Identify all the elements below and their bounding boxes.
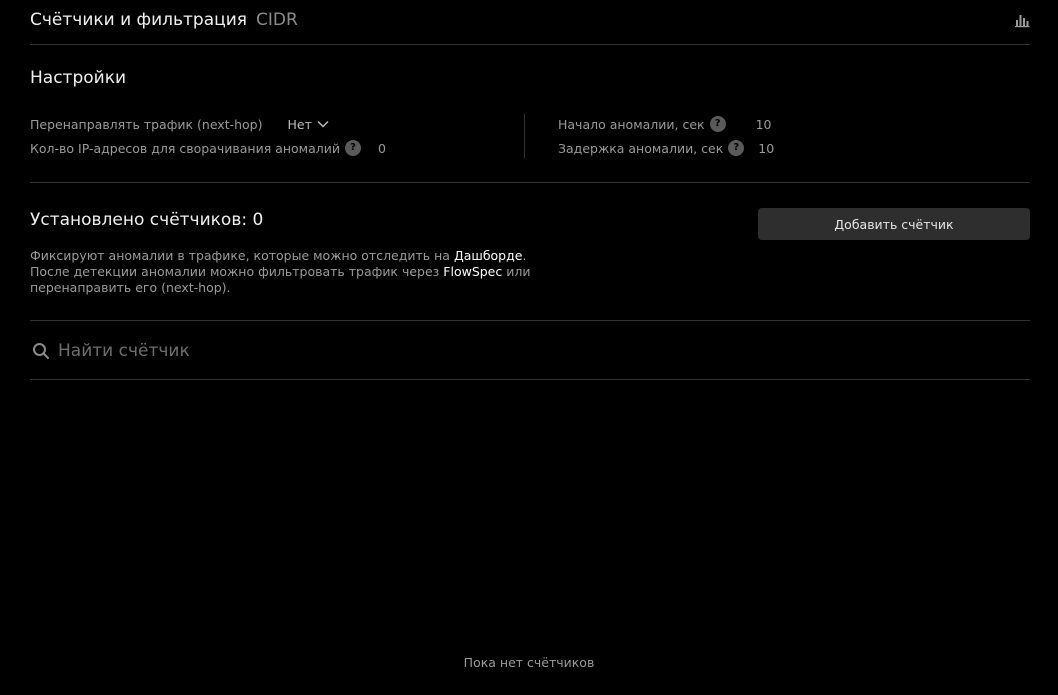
help-icon[interactable]: ? — [709, 116, 726, 132]
page-title: Счётчики и фильтрация — [30, 10, 247, 30]
chevron-down-icon — [317, 120, 329, 128]
setting-anomaly-delay-label: Задержка аномалии, сек — [558, 140, 724, 156]
search-icon — [33, 343, 49, 359]
counters-description: Фиксируют аномалии в трафике, которые мо… — [30, 248, 550, 296]
settings-vertical-divider — [524, 114, 525, 158]
setting-anomaly-delay: Задержка аномалии, сек ? 10 — [558, 139, 774, 157]
setting-ip-count: Кол-во IP-адресов для сворачивания анома… — [30, 139, 386, 157]
help-icon[interactable]: ? — [728, 140, 745, 156]
page-subtitle: CIDR — [256, 10, 298, 30]
page: Счётчики и фильтрация CIDR Настройки Пер… — [0, 0, 1058, 695]
section-divider — [30, 379, 1030, 380]
setting-anomaly-start-label: Начало аномалии, сек — [558, 116, 705, 132]
description-text: После детекции аномалии можно фильтроват… — [30, 264, 444, 279]
setting-anomaly-start-value: 10 — [755, 116, 772, 132]
description-text: Фиксируют аномалии в трафике, которые мо… — [30, 248, 454, 263]
setting-redirect-label: Перенаправлять трафик (next-hop) — [30, 116, 263, 132]
flowspec-link[interactable]: FlowSpec — [443, 264, 502, 279]
description-text: . — [522, 248, 527, 263]
setting-ip-count-value: 0 — [378, 140, 386, 156]
empty-state-message: Пока нет счётчиков — [463, 655, 595, 670]
search-input[interactable] — [58, 341, 958, 361]
add-counter-button[interactable]: Добавить счётчик — [758, 208, 1030, 240]
setting-ip-count-label: Кол-во IP-адресов для сворачивания анома… — [30, 140, 340, 156]
help-icon[interactable]: ? — [345, 140, 361, 156]
section-divider — [30, 320, 1030, 321]
setting-anomaly-start: Начало аномалии, сек ? 10 — [558, 115, 772, 133]
page-header: Счётчики и фильтрация CIDR — [30, 8, 1030, 45]
redirect-dropdown[interactable]: Нет — [287, 116, 329, 132]
section-divider — [30, 182, 1030, 183]
redirect-dropdown-value: Нет — [287, 116, 312, 132]
setting-redirect: Перенаправлять трафик (next-hop) Нет — [30, 115, 329, 133]
search-bar — [30, 336, 1030, 366]
settings-title: Настройки — [30, 68, 127, 88]
counters-title: Установлено счётчиков: 0 — [30, 210, 264, 230]
bar-chart-icon[interactable] — [1014, 12, 1030, 28]
setting-anomaly-delay-value: 10 — [758, 140, 775, 156]
dashboard-link[interactable]: Дашборде — [454, 248, 523, 263]
